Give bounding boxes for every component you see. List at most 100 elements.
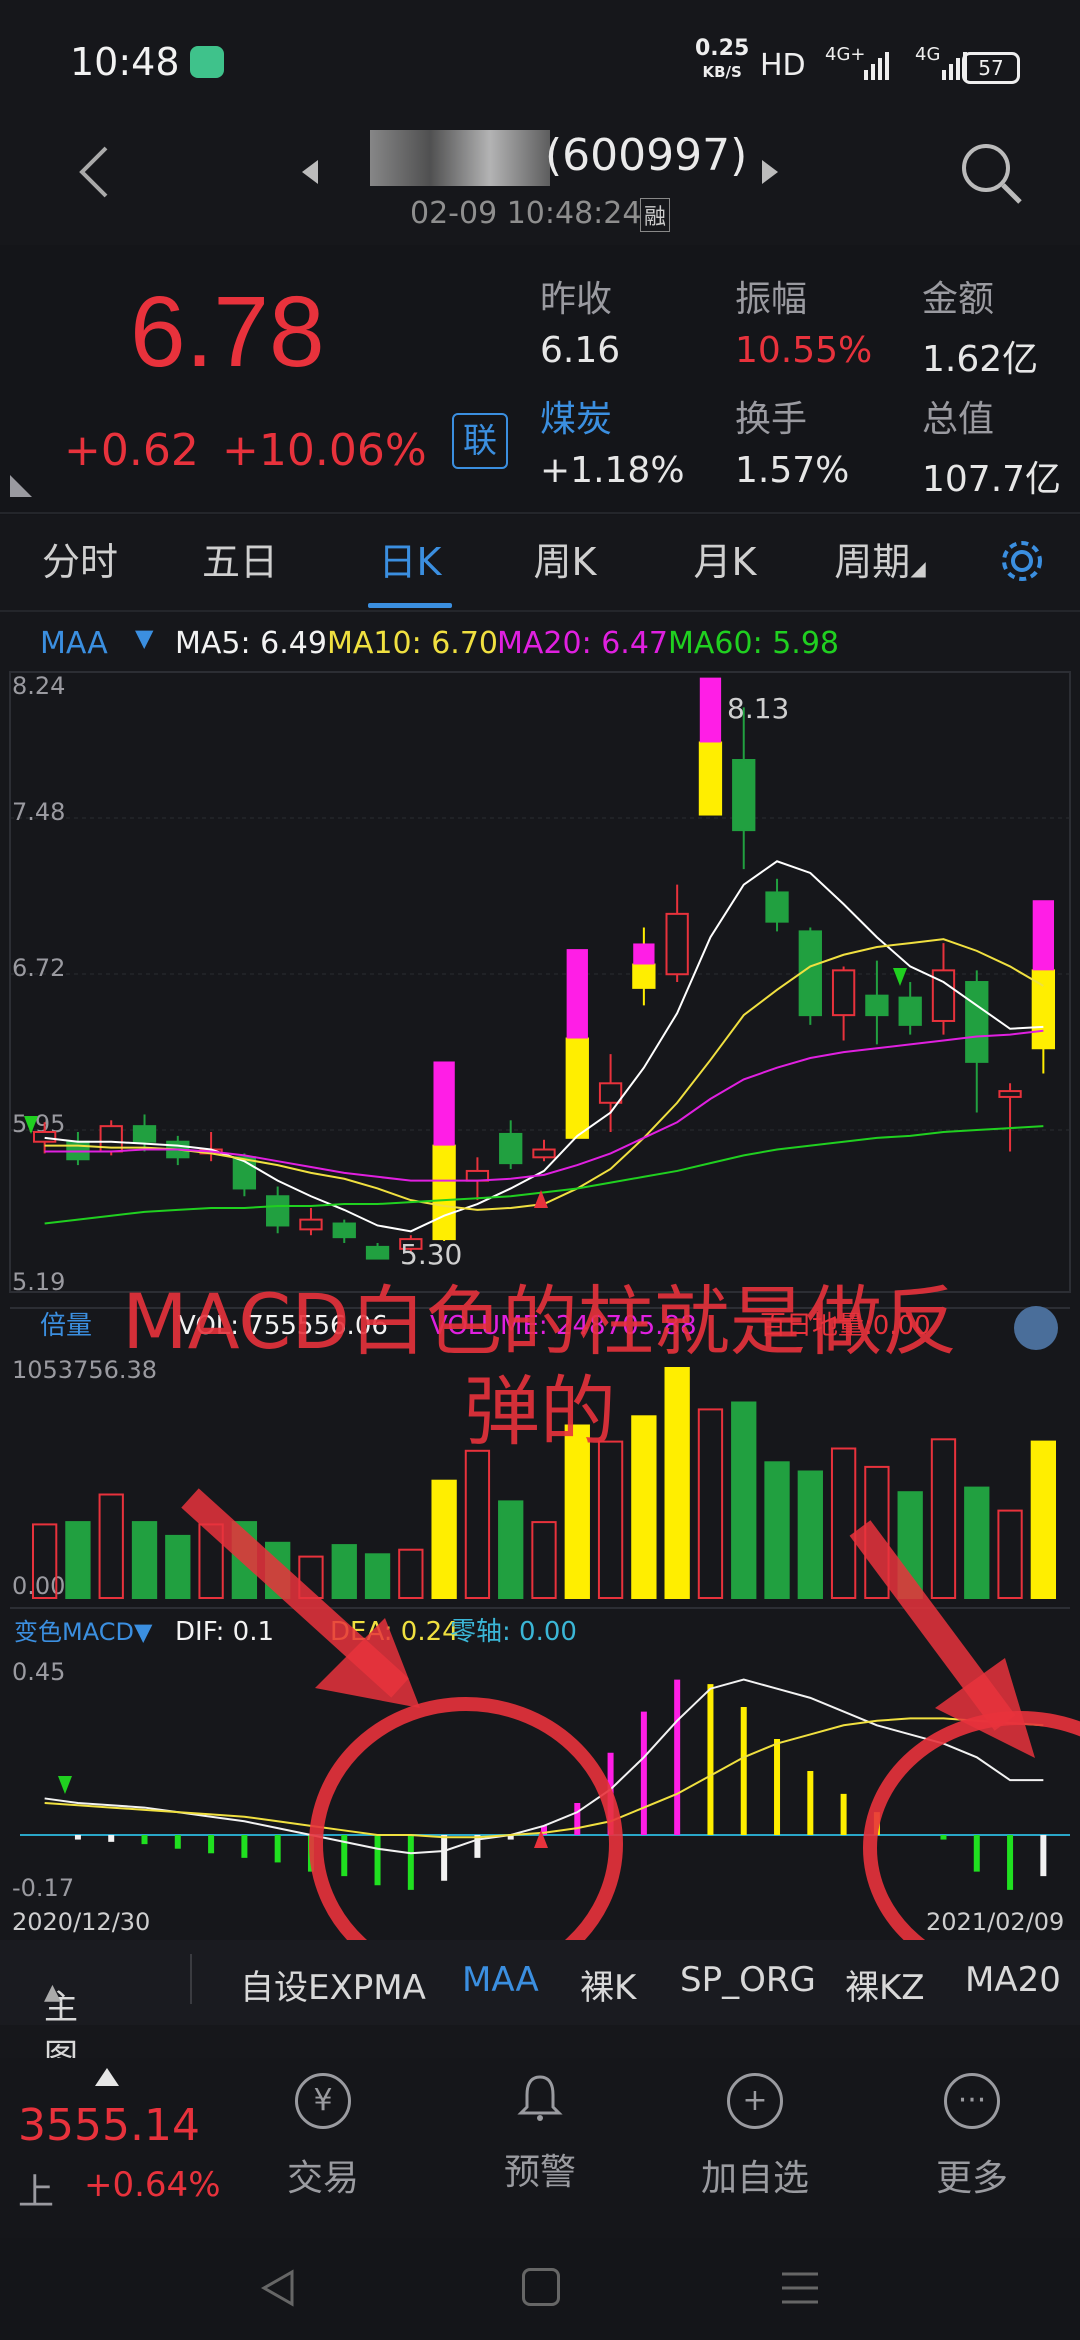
up-triangle-icon: ▲ [44, 1980, 61, 2005]
system-menu-icon[interactable] [780, 2270, 820, 2306]
market-cap-label: 总值 [922, 399, 995, 440]
nav-more-label: 更多 [935, 2158, 1008, 2199]
candle-body [598, 1082, 623, 1104]
ma-indicator-row: MAA ▼ MA5: 6.49 MA10: 6.70 MA20: 6.47 MA… [0, 618, 1080, 668]
trade-yen-icon: ¥ [295, 2073, 351, 2129]
toolbar-item-ma20[interactable]: MA20 [965, 1960, 1061, 2000]
turnover-label: 换手 [735, 399, 808, 440]
candle-body [831, 969, 856, 1017]
volume-bar [631, 1415, 657, 1599]
corner-triangle-icon [10, 475, 32, 497]
volume-bar [964, 1486, 990, 1599]
settings-gear-icon[interactable] [998, 537, 1046, 585]
end-date: 2021/02/09 [926, 1908, 1064, 1936]
system-back-icon[interactable] [258, 2268, 298, 2308]
price-axis-label: 7.48 [12, 798, 65, 826]
net-speed-unit: KB/S [702, 63, 742, 81]
annotation-arrowhead-right [935, 1658, 1035, 1758]
volume-bar [464, 1449, 491, 1599]
macd-axis-top: 0.45 [12, 1658, 65, 1686]
dif-value: DIF: 0.1 [175, 1617, 274, 1647]
index-change: +0.64% [84, 2165, 221, 2205]
kline-chart[interactable]: 8.24 7.48 6.72 5.95 5.19 8.13 5.30 倍量 VO… [0, 668, 1080, 1940]
toolbar-item-sp-org[interactable]: SP_ORG [680, 1960, 816, 2000]
maa-label[interactable]: MAA [40, 626, 108, 661]
macd-axis-bottom: -0.17 [12, 1874, 74, 1902]
next-stock-icon[interactable] [760, 158, 780, 186]
annotation-line1: MACD白色的柱就是做反 [122, 1277, 958, 1366]
volume-bar [398, 1548, 424, 1600]
ma5-value: MA5: 6.49 [175, 626, 327, 661]
period-tabs: 分时 五日 日K 周K 月K 周期◢ [0, 515, 1080, 610]
high-price-label: 8.13 [727, 692, 789, 725]
annotation-circle-left [309, 1697, 623, 1940]
tab-period[interactable]: 周期◢ [820, 515, 940, 610]
volume-bar [364, 1553, 391, 1599]
volume-bar [597, 1440, 624, 1599]
candle-limit-up-top [699, 677, 722, 743]
toolbar-item-naked-k[interactable]: 裸K [580, 1960, 636, 2009]
volume-bar [797, 1470, 823, 1599]
maa-dropdown-icon[interactable]: ▼ [135, 624, 153, 652]
candle-body [732, 759, 756, 832]
tab-weekly-k[interactable]: 周K [505, 515, 625, 610]
volume-bar [930, 1438, 957, 1599]
back-arrow-icon[interactable] [70, 142, 130, 202]
tab-daily-k[interactable]: 日K [350, 515, 470, 610]
stock-code: (600997) [545, 130, 748, 181]
volume-bar [830, 1447, 857, 1599]
toolbar-item-expma[interactable]: 自设EXPMA [240, 1960, 426, 2009]
toolbar-item-maa[interactable]: MAA [462, 1960, 539, 2000]
prev-close-value: 6.16 [540, 330, 621, 371]
nav-trade-label: 交易 [286, 2158, 359, 2199]
stock-name-blurred [370, 130, 550, 186]
index-value[interactable]: 3555.14 [18, 2100, 200, 2151]
price-change-pct: +10.06% [222, 425, 427, 476]
expand-icon [1014, 1306, 1058, 1350]
price-axis-label: 5.19 [12, 1268, 65, 1296]
app-notification-icon [190, 46, 224, 78]
candle-body [299, 1218, 323, 1231]
sector-change: +1.18% [540, 450, 685, 491]
toolbar-item-naked-kz[interactable]: 裸KZ [845, 1960, 925, 2009]
quote-panel: 6.78 +0.62 +10.06% 联 昨收 6.16 振幅 10.55% 金… [0, 245, 1080, 515]
macd-signal-arrow-icon [58, 1776, 72, 1794]
tab-five-day[interactable]: 五日 [180, 515, 300, 610]
plus-circle-icon: + [727, 2073, 783, 2129]
quote-timestamp: 02-09 10:48:24 [410, 196, 642, 231]
tab-intraday[interactable]: 分时 [20, 515, 140, 610]
amount-label: 金额 [922, 279, 995, 320]
tab-monthly-k[interactable]: 月K [665, 515, 785, 610]
price-change: +0.62 [64, 425, 199, 476]
battery-icon: 57 [962, 52, 1020, 84]
margin-badge: 融 [640, 198, 671, 232]
nav-add-watch-label: 加自选 [700, 2158, 809, 2199]
system-home-icon[interactable] [522, 2268, 560, 2306]
index-up-arrow-icon [95, 2068, 119, 2086]
annotation-circle-right [863, 1711, 1080, 1940]
indicator-toolbar: 主图 ▲ 自设EXPMA MAA 裸K SP_ORG 裸KZ MA20 [0, 1940, 1080, 2077]
candle-limit-up-top [433, 1061, 455, 1146]
sector-label[interactable]: 煤炭 [540, 390, 612, 442]
volume-bar [731, 1401, 757, 1599]
candle-body [465, 1169, 490, 1182]
start-date: 2020/12/30 [12, 1908, 150, 1936]
candle-body [965, 981, 989, 1063]
volume-bar [531, 1521, 557, 1599]
candle-body [898, 996, 922, 1026]
nav-trade[interactable]: ¥ 交易 [253, 2073, 393, 2201]
nav-alert[interactable]: 预警 [470, 2073, 610, 2195]
volume-bar [331, 1544, 357, 1599]
nav-add-watch[interactable]: + 加自选 [685, 2073, 825, 2201]
amplitude-label: 振幅 [735, 279, 808, 320]
nav-more[interactable]: ··· 更多 [902, 2073, 1042, 2201]
prev-stock-icon[interactable] [300, 158, 320, 186]
tab-period-label: 周期 [834, 540, 911, 584]
search-icon[interactable] [958, 140, 1024, 206]
link-badge[interactable]: 联 [452, 413, 508, 469]
net-speed-value: 0.25 [695, 36, 750, 61]
volume-bar [431, 1479, 457, 1600]
candle-body [266, 1195, 290, 1227]
stock-header: (600997) 02-09 10:48:24 融 [0, 130, 1080, 245]
volume-bar [664, 1367, 690, 1599]
